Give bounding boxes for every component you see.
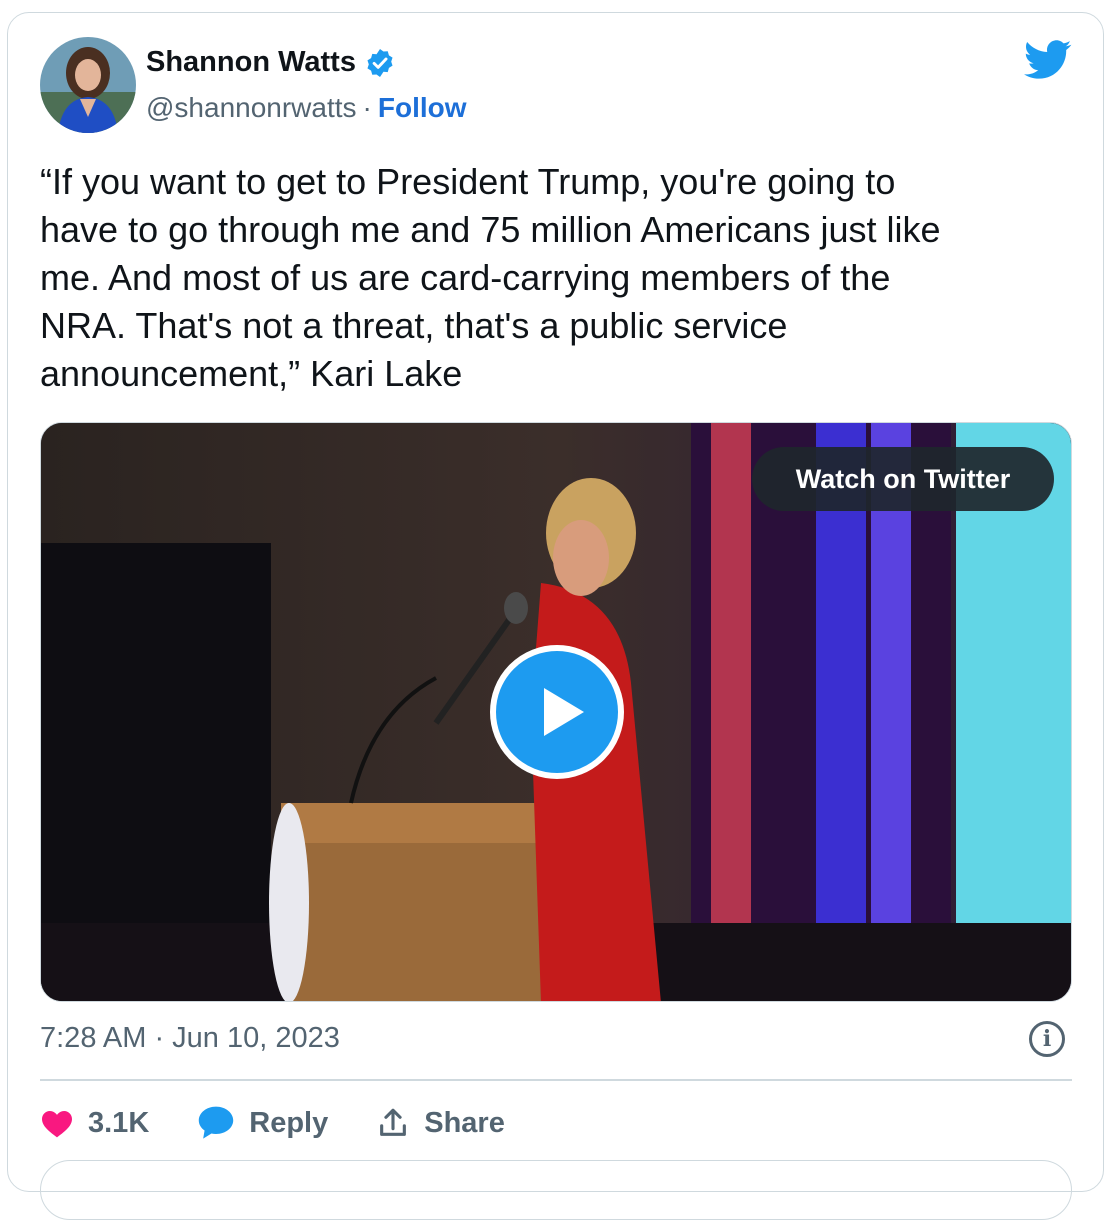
- share-icon: [380, 1108, 407, 1136]
- watch-on-twitter-button[interactable]: Watch on Twitter: [752, 447, 1054, 511]
- separator: ·: [362, 92, 372, 123]
- share-button[interactable]: Share: [376, 1106, 505, 1140]
- twitter-bird-icon[interactable]: [1024, 40, 1072, 80]
- author-avatar[interactable]: [40, 37, 136, 133]
- read-replies-button[interactable]: [40, 1160, 1072, 1220]
- author-handle[interactable]: @shannonrwatts: [146, 92, 357, 124]
- author-name[interactable]: Shannon Watts: [146, 46, 396, 79]
- tweet-timestamp[interactable]: 7:28 AM · Jun 10, 2023: [40, 1022, 340, 1055]
- divider: [40, 1079, 1072, 1081]
- verified-badge-icon: [367, 48, 393, 77]
- play-icon[interactable]: [490, 645, 624, 779]
- like-count: 3.1K: [88, 1106, 150, 1139]
- follow-button[interactable]: Follow: [378, 92, 467, 124]
- author-name-text[interactable]: Shannon Watts: [146, 46, 356, 79]
- share-label: Share: [424, 1106, 505, 1139]
- reply-button[interactable]: Reply: [197, 1105, 328, 1141]
- info-icon[interactable]: i: [1029, 1021, 1065, 1057]
- heart-icon: [42, 1111, 72, 1138]
- speech-bubble-icon: [199, 1106, 234, 1139]
- action-bar: 3.1K Reply Share: [40, 1098, 553, 1148]
- like-button[interactable]: 3.1K: [40, 1107, 149, 1140]
- tweet-text: “If you want to get to President Trump, …: [40, 161, 941, 394]
- reply-label: Reply: [249, 1106, 329, 1139]
- author-handle-row: @shannonrwatts · Follow: [146, 92, 467, 124]
